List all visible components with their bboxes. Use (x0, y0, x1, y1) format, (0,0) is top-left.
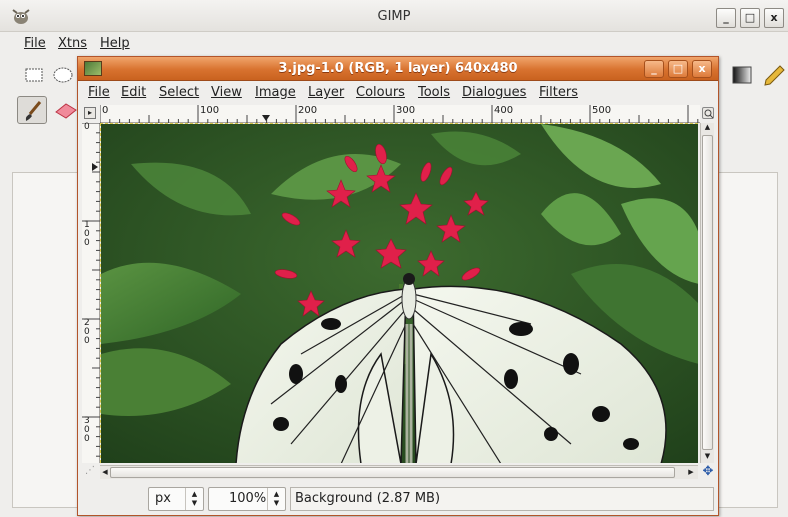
menu-xtns[interactable]: Xtns (58, 36, 87, 51)
menu-file-label: File (88, 85, 110, 100)
rect-select-icon (25, 68, 43, 82)
image-menubar: File Edit Select View Image Layer Colour… (78, 82, 718, 104)
eraser-icon (55, 103, 77, 119)
image-close-button[interactable]: x (692, 60, 712, 78)
ruler-label-200: 200 (298, 105, 318, 116)
zoom-selector[interactable]: 100% ▲ ▼ (208, 487, 286, 511)
status-info: Background (2.87 MB) (290, 487, 714, 511)
image-minimize-button[interactable]: _ (644, 60, 664, 78)
paintbrush-tool[interactable] (17, 96, 47, 124)
maximize-button[interactable]: □ (740, 8, 760, 28)
menu-dialogues-label: Dialogues (462, 85, 527, 100)
menu-colours[interactable]: Colours (356, 85, 405, 100)
image-window-title: 3.jpg-1.0 (RGB, 1 layer) 640x480 (278, 61, 518, 76)
horizontal-scrollbar[interactable]: ◀ ▶ (100, 465, 698, 479)
minimize-button[interactable]: _ (716, 8, 736, 28)
unit-value: px (155, 491, 171, 506)
image-maximize-button[interactable]: □ (668, 60, 688, 78)
menu-view[interactable]: View (211, 85, 242, 100)
ruler-label-v0: 0 (84, 122, 90, 132)
pencil-tool[interactable] (760, 62, 788, 88)
main-menubar: File Xtns Help (0, 32, 788, 56)
ruler-label-0: 0 (102, 105, 109, 116)
zoom-value: 100% (229, 491, 267, 506)
menu-filters[interactable]: Filters (539, 85, 578, 100)
navigation-move-icon[interactable]: ✥ (700, 465, 716, 479)
status-bar: px ▲ ▼ 100% ▲ ▼ Background (2.87 MB) (78, 483, 718, 515)
rect-select-tool[interactable] (20, 62, 48, 88)
zoom-spin-arrows-icon[interactable]: ▲ ▼ (267, 488, 285, 510)
menu-help[interactable]: Help (100, 36, 130, 51)
ruler-label-v100: 100 (84, 220, 90, 248)
close-button[interactable]: x (764, 8, 784, 28)
eraser-tool[interactable] (52, 98, 78, 124)
vertical-scrollbar[interactable]: ▲ ▼ (700, 123, 714, 463)
horizontal-scroll-thumb[interactable] (110, 467, 675, 478)
menu-edit[interactable]: Edit (121, 85, 146, 100)
vertical-ruler-ticks (82, 123, 100, 457)
ruler-label-300: 300 (396, 105, 416, 116)
menu-tools[interactable]: Tools (418, 85, 450, 100)
image-titlebar[interactable]: 3.jpg-1.0 (RGB, 1 layer) 640x480 _ □ x (78, 57, 718, 81)
scroll-right-arrow-icon[interactable]: ▶ (686, 466, 696, 478)
menu-select[interactable]: Select (159, 85, 199, 100)
menu-file-label: File (24, 36, 46, 51)
vertical-scroll-thumb[interactable] (702, 135, 713, 450)
ruler-label-400: 400 (494, 105, 514, 116)
ruler-label-v200: 200 (84, 318, 90, 346)
main-titlebar[interactable]: GIMP _ □ x (0, 0, 788, 32)
menu-view-label: View (211, 85, 242, 100)
navigate-grip-icon[interactable]: ⋰ (82, 465, 98, 479)
unit-selector[interactable]: px ▲ ▼ (148, 487, 204, 511)
magnifier-icon (704, 109, 714, 119)
ellipse-select-tool[interactable] (50, 62, 76, 88)
pencil-icon (764, 65, 785, 86)
horizontal-ruler[interactable]: 0 100 200 300 400 500 (100, 105, 700, 123)
scroll-up-arrow-icon[interactable]: ▲ (702, 123, 713, 133)
menu-layer-label: Layer (308, 85, 345, 100)
menu-help-label: Help (100, 36, 130, 51)
quick-mask-toggle[interactable]: ▸ (84, 107, 96, 119)
menu-select-label: Select (159, 85, 200, 100)
vertical-ruler[interactable]: 0 100 200 300 (82, 123, 100, 463)
menu-image-label: Image (255, 85, 296, 100)
image-canvas[interactable] (100, 123, 698, 463)
menu-filters-label: Filters (539, 85, 578, 100)
image-window: 3.jpg-1.0 (RGB, 1 layer) 640x480 _ □ x F… (77, 56, 719, 516)
menu-image[interactable]: Image (255, 85, 296, 100)
toolbox-options-panel (12, 172, 80, 508)
menu-colours-label: Colours (356, 85, 405, 100)
menu-xtns-label: Xtns (58, 36, 88, 51)
menu-edit-label: Edit (121, 85, 147, 100)
menu-layer[interactable]: Layer (308, 85, 344, 100)
main-window-title: GIMP (377, 9, 411, 24)
scroll-left-arrow-icon[interactable]: ◀ (100, 466, 110, 478)
blend-tool[interactable] (728, 62, 756, 88)
menu-tools-label: Tools (418, 85, 451, 100)
paintbrush-icon (25, 101, 42, 121)
menu-file[interactable]: File (24, 36, 46, 51)
butterfly-photo (101, 124, 698, 463)
status-info-text: Background (2.87 MB) (295, 491, 441, 506)
ellipse-select-icon (53, 67, 73, 83)
zoom-fit-button[interactable] (702, 107, 714, 119)
gradient-icon (732, 66, 752, 84)
menu-file[interactable]: File (88, 85, 110, 100)
ruler-label-v300: 300 (84, 416, 90, 444)
unit-spin-arrows-icon[interactable]: ▲ ▼ (185, 488, 203, 510)
menu-dialogues[interactable]: Dialogues (462, 85, 526, 100)
ruler-label-500: 500 (592, 105, 612, 116)
scroll-down-arrow-icon[interactable]: ▼ (702, 452, 713, 462)
ruler-label-100: 100 (200, 105, 220, 116)
toolbox-right-panel (718, 172, 778, 508)
